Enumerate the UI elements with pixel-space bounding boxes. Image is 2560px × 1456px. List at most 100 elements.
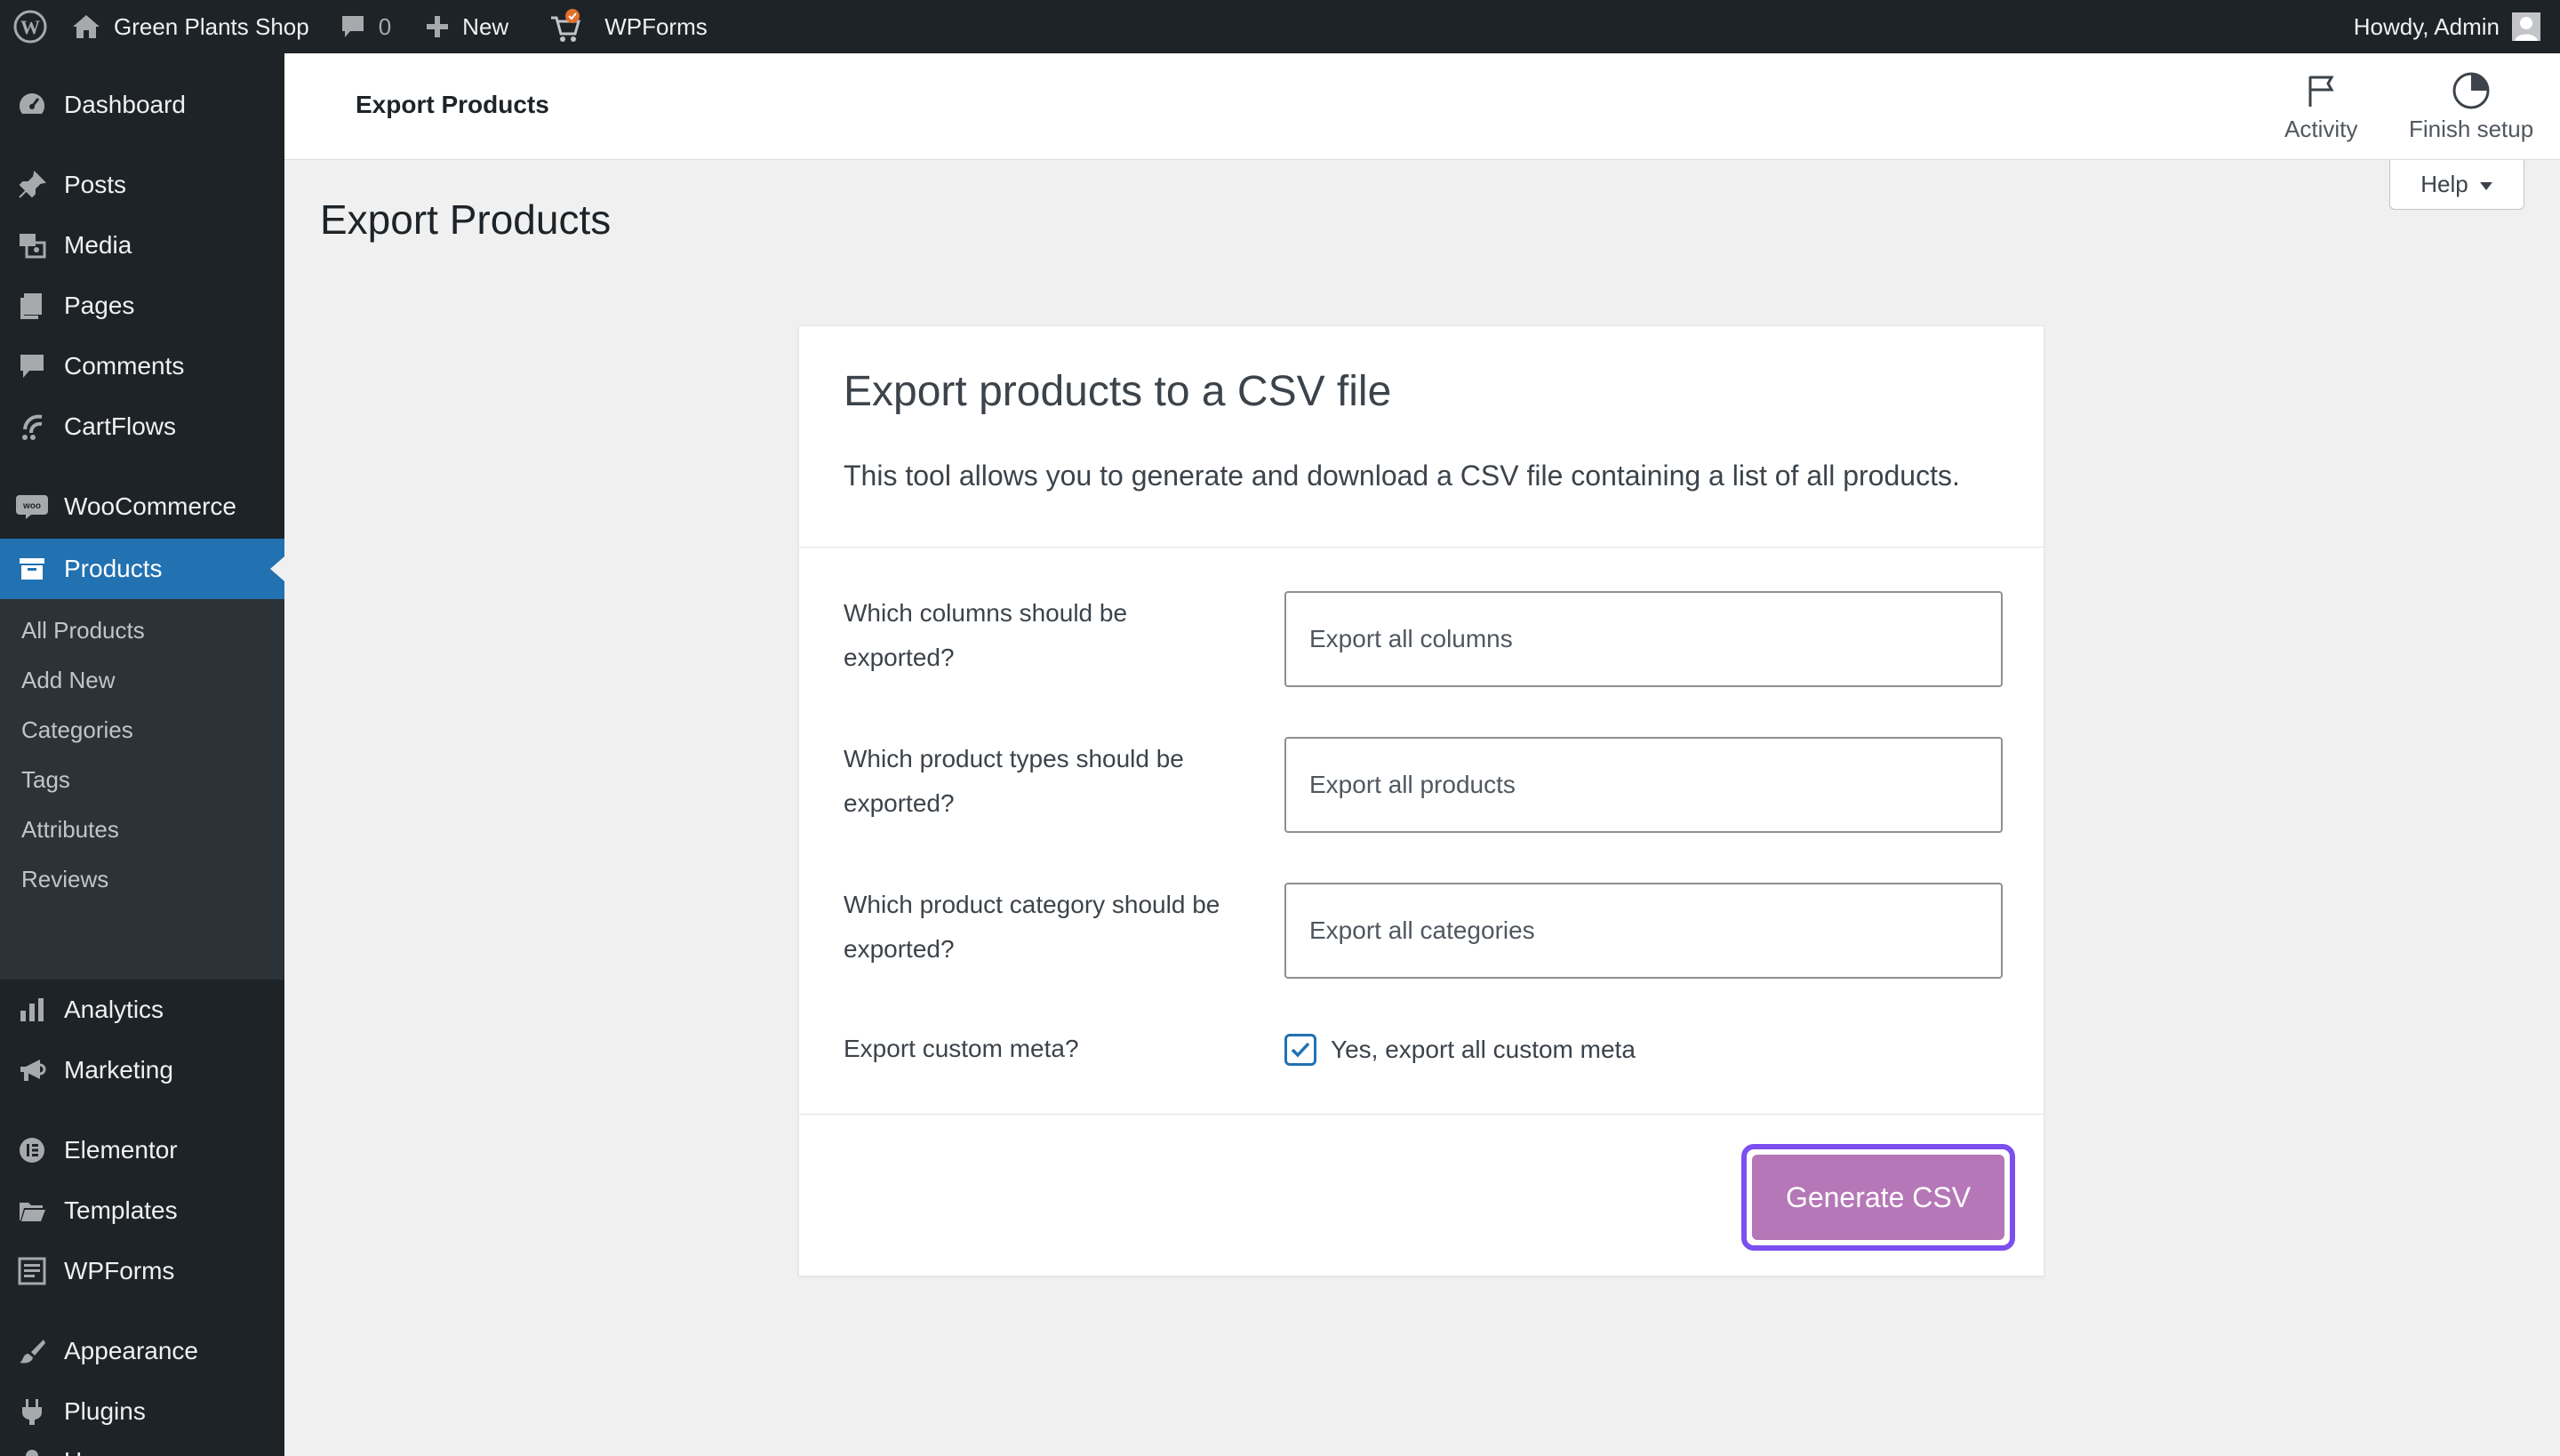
- pin-icon: [0, 170, 64, 200]
- submenu-tags[interactable]: Tags: [21, 766, 70, 794]
- sidebar-item-woocommerce[interactable]: woo WooCommerce: [0, 476, 284, 537]
- sidebar-item-appearance[interactable]: Appearance: [0, 1321, 284, 1381]
- elementor-icon: [0, 1135, 64, 1165]
- dashboard-icon: [0, 90, 64, 120]
- cartflows-bar-button[interactable]: [548, 0, 583, 53]
- sidebar-item-label: Appearance: [64, 1337, 199, 1364]
- caret-down-icon: [2479, 171, 2493, 198]
- product-types-select[interactable]: Export all products: [1284, 737, 2003, 833]
- submenu-attributes[interactable]: Attributes: [21, 816, 119, 844]
- checkbox-checked-icon[interactable]: [1284, 1034, 1316, 1066]
- svg-text:woo: woo: [22, 501, 41, 511]
- card-description: This tool allows you to generate and dow…: [844, 460, 1960, 492]
- sidebar-item-templates[interactable]: Templates: [0, 1180, 284, 1241]
- product-types-label: Which product types should be exported?: [844, 737, 1261, 826]
- columns-label: Which columns should be exported?: [844, 591, 1261, 680]
- card-title: Export products to a CSV file: [844, 368, 1392, 415]
- submenu-reviews[interactable]: Reviews: [21, 866, 108, 893]
- sidebar-item-label: Posts: [64, 171, 127, 198]
- generate-csv-button[interactable]: Generate CSV: [1741, 1144, 2015, 1251]
- submenu-categories[interactable]: Categories: [21, 716, 133, 744]
- category-label: Which product category should be exporte…: [844, 883, 1261, 972]
- wpforms-bar-link[interactable]: WPForms: [604, 0, 708, 53]
- sidebar-item-wpforms[interactable]: WPForms: [0, 1241, 284, 1301]
- sidebar-item-label: Users: [64, 1447, 129, 1456]
- sidebar-item-analytics[interactable]: Analytics: [0, 980, 284, 1040]
- sidebar-item-label: Dashboard: [64, 91, 186, 118]
- svg-text:W: W: [20, 16, 40, 38]
- help-tab-button[interactable]: Help: [2389, 160, 2524, 210]
- archive-icon: [0, 554, 64, 584]
- account-menu[interactable]: Howdy, Admin: [2354, 0, 2540, 53]
- user-icon: [0, 1446, 64, 1456]
- wordpress-logo-button[interactable]: W: [0, 0, 60, 53]
- sidebar-item-marketing[interactable]: Marketing: [0, 1040, 284, 1100]
- pages-icon: [0, 291, 64, 321]
- wpforms-bar-label: WPForms: [604, 12, 708, 40]
- avatar: [2512, 12, 2540, 41]
- columns-label-line2: exported?: [844, 644, 955, 671]
- submenu-add-new[interactable]: Add New: [21, 667, 116, 694]
- help-label: Help: [2420, 171, 2468, 197]
- custom-meta-checkbox-label: Yes, export all custom meta: [1331, 1036, 1636, 1063]
- submenu-all-products[interactable]: All Products: [21, 617, 145, 644]
- bar-chart-icon: [0, 995, 64, 1025]
- product-types-label-line2: exported?: [844, 789, 955, 817]
- sidebar-item-pages[interactable]: Pages: [0, 276, 284, 336]
- sidebar-item-media[interactable]: Media: [0, 215, 284, 276]
- plug-icon: [0, 1396, 64, 1427]
- sidebar-item-label: Marketing: [64, 1056, 173, 1084]
- sidebar-item-products[interactable]: Products: [0, 539, 284, 599]
- sidebar-item-label: Elementor: [64, 1136, 178, 1164]
- sidebar-item-cartflows[interactable]: CartFlows: [0, 396, 284, 457]
- sidebar-item-elementor[interactable]: Elementor: [0, 1120, 284, 1180]
- finish-setup-label: Finish setup: [2409, 116, 2534, 142]
- sidebar-item-comments[interactable]: Comments: [0, 336, 284, 396]
- generate-csv-button-face[interactable]: Generate CSV: [1752, 1155, 2004, 1240]
- cart-notification-icon: [548, 9, 583, 44]
- sidebar-item-label: Products: [64, 555, 163, 582]
- card-footer-divider: [799, 1114, 2044, 1115]
- activity-button[interactable]: Activity: [2284, 71, 2357, 143]
- sidebar-item-users[interactable]: Users: [0, 1442, 284, 1456]
- new-content-button[interactable]: New: [425, 0, 508, 53]
- header-title: Export Products: [356, 91, 549, 118]
- site-name-label: Green Plants Shop: [114, 12, 309, 40]
- woo-icon: woo: [0, 493, 64, 520]
- generate-csv-label: Generate CSV: [1785, 1180, 1972, 1213]
- page-title: Export Products: [320, 196, 612, 243]
- form-icon: [0, 1256, 64, 1286]
- sidebar-item-label: Plugins: [64, 1397, 146, 1425]
- sidebar-item-dashboard[interactable]: Dashboard: [0, 75, 284, 135]
- sidebar-item-label: Templates: [64, 1196, 178, 1224]
- sidebar-item-label: Media: [64, 231, 132, 259]
- sidebar-item-plugins[interactable]: Plugins: [0, 1381, 284, 1442]
- comments-link[interactable]: 0: [340, 0, 391, 53]
- custom-meta-checkbox[interactable]: Yes, export all custom meta: [1284, 1034, 1636, 1066]
- woocommerce-header: Export Products Activity Finish setup: [284, 53, 2560, 160]
- brush-icon: [0, 1336, 64, 1366]
- progress-circle-icon: [2452, 71, 2491, 110]
- sidebar-item-posts[interactable]: Posts: [0, 155, 284, 215]
- admin-sidebar: Dashboard Posts Media Pages Comments Car…: [0, 53, 284, 1456]
- media-icon: [0, 230, 64, 260]
- finish-setup-button[interactable]: Finish setup: [2409, 71, 2533, 143]
- wordpress-logo-icon: W: [12, 9, 48, 44]
- sidebar-item-label: CartFlows: [64, 412, 177, 440]
- custom-meta-label: Export custom meta?: [844, 1035, 1079, 1062]
- site-name-link[interactable]: Green Plants Shop: [71, 0, 309, 53]
- comment-icon: [340, 13, 366, 40]
- category-select[interactable]: Export all categories: [1284, 883, 2003, 979]
- sidebar-item-label: Analytics: [64, 996, 164, 1023]
- columns-select[interactable]: Export all columns: [1284, 591, 2003, 687]
- sidebar-item-label: WooCommerce: [64, 492, 236, 520]
- sidebar-item-label: Pages: [64, 292, 135, 319]
- folder-icon: [0, 1196, 64, 1226]
- category-label-line1: Which product category should be: [844, 891, 1220, 918]
- columns-label-line1: Which columns should be: [844, 599, 1128, 627]
- megaphone-icon: [0, 1055, 64, 1085]
- cartflows-icon: [0, 412, 64, 442]
- product-types-label-line1: Which product types should be: [844, 745, 1184, 772]
- admin-bar: W Green Plants Shop 0 New WPForms Howdy,…: [0, 0, 2560, 53]
- plus-icon: [425, 14, 450, 39]
